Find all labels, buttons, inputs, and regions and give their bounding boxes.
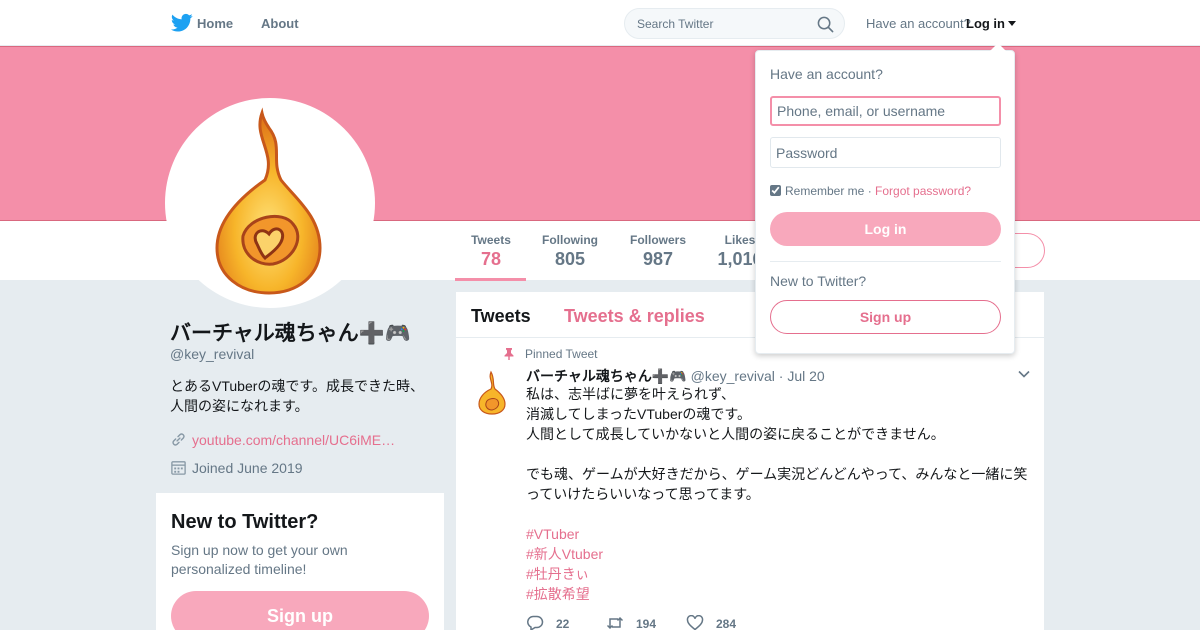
hashtag-link[interactable]: #牡丹きぃ (526, 564, 1036, 584)
password-field[interactable] (770, 137, 1001, 168)
top-nav: Home About Search Twitter Have an accoun… (0, 0, 1200, 46)
stat-label: Tweets (471, 233, 511, 247)
nav-home-link[interactable]: Home (197, 16, 233, 31)
reply-count: 22 (556, 617, 570, 630)
tweet-author-handle[interactable]: @key_revival (691, 368, 775, 384)
signup-card-description: Sign up now to get your own personalized… (171, 542, 348, 577)
stat-label: Followers (629, 233, 686, 247)
tweet-date[interactable]: · Jul 20 (779, 368, 825, 384)
stat-following[interactable]: Following 805 (537, 233, 603, 270)
joined-date: Joined June 2019 (192, 460, 303, 476)
stat-value: 78 (480, 249, 502, 269)
profile-handle[interactable]: @key_revival (170, 346, 254, 362)
signup-card-button[interactable]: Sign up (171, 591, 429, 630)
search-box[interactable]: Search Twitter (624, 8, 845, 39)
login-link[interactable]: Log in (966, 16, 1005, 31)
search-placeholder[interactable]: Search Twitter (637, 17, 713, 31)
tweet-text: 私は、志半ばに夢を叶えられず、 消滅してしまったVTuberの魂です。 人間とし… (526, 384, 1036, 604)
dropdown-arrow (990, 43, 1006, 51)
tweet-line: 人間として成長していかないと人間の姿に戻ることができません。 (526, 426, 945, 442)
tab-tweets-replies[interactable]: Tweets & replies (564, 306, 705, 327)
profile-name: バーチャル魂ちゃん➕🎮 (170, 322, 412, 345)
have-account-text: Have an account? (866, 16, 971, 31)
pin-icon (504, 348, 514, 360)
login-button[interactable]: Log in (770, 212, 1001, 246)
separator: · (864, 184, 876, 198)
remember-me-checkbox[interactable] (770, 185, 781, 196)
forgot-password-link[interactable]: Forgot password? (875, 184, 971, 198)
signup-card-title: New to Twitter? (171, 511, 319, 533)
stat-tweets[interactable]: Tweets 78 (463, 233, 519, 270)
remember-row: Remember me · Forgot password? (770, 184, 971, 198)
profile-avatar[interactable] (165, 98, 375, 308)
tweet-header: バーチャル魂ちゃん➕🎮 @key_revival · Jul 20 (526, 366, 825, 386)
tweet-line: 消滅してしまったVTuberの魂です。 (526, 406, 752, 422)
profile-bio: とあるVTuberの魂です。成長できた時、 人間の姿になれます。 (170, 376, 440, 416)
reply-icon (527, 615, 544, 630)
calendar-icon (171, 461, 186, 475)
new-to-twitter-label: New to Twitter? (770, 273, 867, 289)
caret-down-icon[interactable] (1008, 21, 1016, 26)
like-count: 284 (716, 617, 737, 630)
signup-button[interactable]: Sign up (770, 300, 1001, 334)
heart-icon (686, 615, 704, 630)
divider (770, 261, 1001, 262)
stat-label: Following (542, 233, 598, 247)
nav-about-link[interactable]: About (261, 16, 299, 31)
bio-line: とあるVTuberの魂です。成長できた時、 (170, 378, 424, 394)
hashtag-link[interactable]: #新人Vtuber (526, 544, 1036, 564)
twitter-bird-icon[interactable] (171, 13, 193, 33)
stat-followers[interactable]: Followers 987 (625, 233, 691, 270)
retweet-icon (606, 616, 624, 630)
username-field[interactable] (770, 96, 1001, 126)
tweet-avatar[interactable] (474, 370, 510, 416)
hashtag-link[interactable]: #VTuber (526, 524, 1036, 544)
link-icon (172, 433, 185, 446)
retweet-count: 194 (636, 617, 657, 630)
tweet-line (526, 504, 1036, 524)
tweet-line (526, 444, 1036, 464)
login-dropdown-title: Have an account? (770, 66, 883, 82)
remember-me-label[interactable]: Remember me (785, 184, 864, 198)
hashtag-link[interactable]: #拡散希望 (526, 584, 1036, 604)
tab-tweets[interactable]: Tweets (471, 306, 531, 327)
tweet-line: 私は、志半ばに夢を叶えられず、 (526, 386, 736, 402)
pinned-tweet-label: Pinned Tweet (525, 347, 598, 361)
tweet-author-name[interactable]: バーチャル魂ちゃん➕🎮 (526, 368, 687, 384)
tweet-line: でも魂、ゲームが大好きだから、ゲーム実況どんどんやって、みんなと一緒に笑 (526, 466, 1028, 482)
bio-line: 人間の姿になれます。 (170, 398, 309, 414)
flame-soul-icon (215, 107, 322, 295)
stat-value: 805 (554, 249, 586, 269)
profile-link[interactable]: youtube.com/channel/UC6iME… (192, 432, 395, 448)
stat-value: 987 (642, 249, 674, 269)
signup-card: New to Twitter? Sign up now to get your … (156, 493, 444, 630)
login-dropdown: Have an account? Remember me · Forgot pa… (755, 43, 1015, 354)
search-icon[interactable] (817, 16, 834, 33)
active-tab-underline (455, 278, 526, 281)
chevron-down-icon[interactable] (1018, 370, 1030, 378)
tweet-line: っていけたらいいなって思ってます。 (526, 486, 760, 502)
